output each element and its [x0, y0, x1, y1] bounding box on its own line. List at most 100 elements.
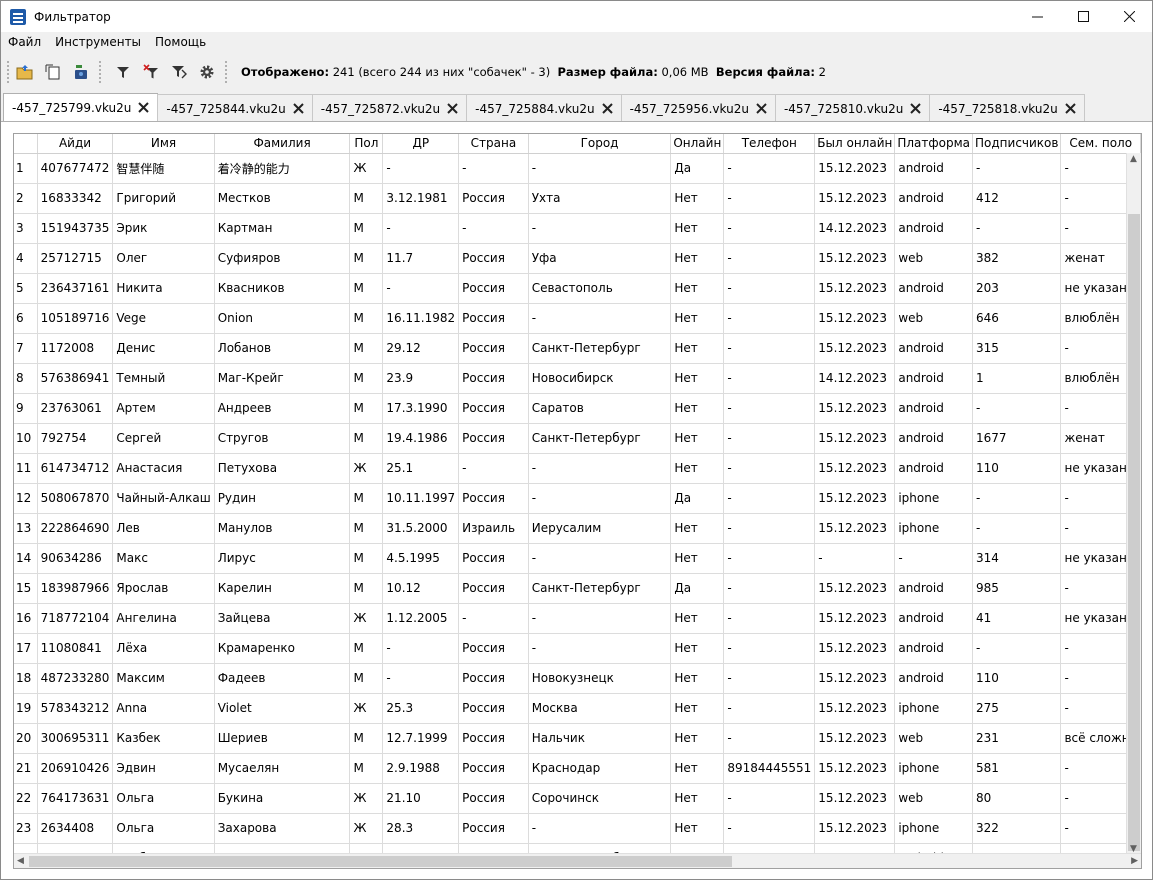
- table-cell[interactable]: -: [972, 153, 1062, 184]
- column-header[interactable]: Был онлайн: [814, 134, 896, 154]
- table-cell[interactable]: Ж: [349, 693, 384, 724]
- table-cell[interactable]: 105189716: [37, 303, 114, 334]
- table-cell[interactable]: -: [382, 273, 460, 304]
- table-cell[interactable]: Темный: [112, 363, 215, 394]
- table-cell[interactable]: -: [723, 543, 816, 574]
- table-cell[interactable]: Эрик: [112, 213, 215, 244]
- table-cell[interactable]: -: [723, 153, 816, 184]
- table-cell[interactable]: Да: [670, 483, 725, 514]
- file-tab[interactable]: -457_725884.vku2u: [466, 94, 622, 122]
- table-cell[interactable]: 985: [972, 573, 1062, 604]
- table-row[interactable]: 12 508067870 Чайный-Алкаш Рудин М 10.11.1997 Р…: [14, 483, 1141, 514]
- table-cell[interactable]: Стругов: [214, 423, 351, 454]
- table-row[interactable]: 18 487233280 Максим Фадеев М - Россия Новокузне…: [14, 663, 1141, 694]
- table-cell[interactable]: Да: [670, 153, 725, 184]
- table-cell[interactable]: -: [458, 213, 529, 244]
- column-header[interactable]: Город: [528, 134, 672, 154]
- close-tab-icon[interactable]: [293, 100, 304, 118]
- table-cell[interactable]: 382: [972, 243, 1062, 274]
- table-cell[interactable]: android: [894, 153, 974, 184]
- table-row[interactable]: 3 151943735 Эрик Картман М - - - Нет -14.12.2023 a…: [14, 213, 1141, 244]
- table-cell[interactable]: Россия: [458, 393, 529, 424]
- table-cell[interactable]: Россия: [458, 753, 529, 784]
- horizontal-scroll-thumb[interactable]: [29, 856, 732, 867]
- table-cell[interactable]: -: [723, 663, 816, 694]
- table-cell[interactable]: Нет: [670, 543, 725, 574]
- table-cell[interactable]: Россия: [458, 363, 529, 394]
- table-cell[interactable]: Иерусалим: [528, 513, 672, 544]
- table-cell[interactable]: 15.12.2023: [814, 273, 896, 304]
- row-number[interactable]: 13: [14, 513, 38, 544]
- table-cell[interactable]: 着冷静的能力: [214, 153, 351, 184]
- table-cell[interactable]: android: [894, 333, 974, 364]
- table-cell[interactable]: 206910426: [37, 753, 114, 784]
- table-cell[interactable]: 14.12.2023: [814, 213, 896, 244]
- table-cell[interactable]: Шериев: [214, 723, 351, 754]
- table-cell[interactable]: android: [894, 603, 974, 634]
- table-cell[interactable]: 41: [972, 603, 1062, 634]
- column-header[interactable]: Фамилия: [214, 134, 351, 154]
- table-cell[interactable]: Санкт-Петербург: [528, 573, 672, 604]
- table-cell[interactable]: 15.12.2023: [814, 693, 896, 724]
- table-cell[interactable]: М: [349, 393, 384, 424]
- table-cell[interactable]: 29.12: [382, 333, 460, 364]
- table-cell[interactable]: Нет: [670, 213, 725, 244]
- table-cell[interactable]: Лирус: [214, 543, 351, 574]
- scroll-up-icon[interactable]: ▲: [1130, 154, 1137, 164]
- table-cell[interactable]: М: [349, 183, 384, 214]
- export-button[interactable]: [67, 58, 95, 86]
- table-cell[interactable]: Крамаренко: [214, 633, 351, 664]
- table-cell[interactable]: Россия: [458, 543, 529, 574]
- table-cell[interactable]: 17.3.1990: [382, 393, 460, 424]
- table-cell[interactable]: 576386941: [37, 363, 114, 394]
- table-cell[interactable]: 15.12.2023: [814, 453, 896, 484]
- table-cell[interactable]: Максим: [112, 663, 215, 694]
- table-cell[interactable]: android: [894, 573, 974, 604]
- table-cell[interactable]: 19.4.1986: [382, 423, 460, 454]
- column-header[interactable]: Подписчиков: [972, 134, 1062, 154]
- table-cell[interactable]: -: [723, 603, 816, 634]
- table-cell[interactable]: 14.12.2023: [814, 363, 896, 394]
- table-cell[interactable]: 31.5.2000: [382, 513, 460, 544]
- table-cell[interactable]: М: [349, 423, 384, 454]
- apply-filter-button[interactable]: [165, 58, 193, 86]
- table-cell[interactable]: Суфияров: [214, 243, 351, 274]
- table-cell[interactable]: Сергей: [112, 423, 215, 454]
- table-cell[interactable]: Россия: [458, 633, 529, 664]
- table-cell[interactable]: 2634408: [37, 813, 114, 844]
- table-cell[interactable]: 275: [972, 693, 1062, 724]
- table-cell[interactable]: 581: [972, 753, 1062, 784]
- table-cell[interactable]: Нет: [670, 363, 725, 394]
- row-number[interactable]: 3: [14, 213, 38, 244]
- table-cell[interactable]: М: [349, 543, 384, 574]
- table-cell[interactable]: Нет: [670, 303, 725, 334]
- table-cell[interactable]: 15.12.2023: [814, 333, 896, 364]
- table-row[interactable]: 1 407677472 智慧伴随 着冷静的能力 Ж - - - Да -15.12.2023 and…: [14, 153, 1141, 184]
- table-cell[interactable]: Рудин: [214, 483, 351, 514]
- table-cell[interactable]: 12.7.1999: [382, 723, 460, 754]
- table-cell[interactable]: Манулов: [214, 513, 351, 544]
- column-header[interactable]: ДР: [382, 134, 460, 154]
- close-tab-icon[interactable]: [447, 100, 458, 118]
- table-row[interactable]: 7 1172008 Денис Лобанов М 29.12 Россия Санкт-Пе…: [14, 333, 1141, 364]
- table-cell[interactable]: -: [972, 213, 1062, 244]
- table-cell[interactable]: 578343212: [37, 693, 114, 724]
- table-cell[interactable]: iphone: [894, 753, 974, 784]
- table-cell[interactable]: 15.12.2023: [814, 723, 896, 754]
- table-cell[interactable]: -: [528, 213, 672, 244]
- table-cell[interactable]: -: [972, 513, 1062, 544]
- row-number[interactable]: 14: [14, 543, 38, 574]
- table-cell[interactable]: Маг-Крейг: [214, 363, 351, 394]
- table-cell[interactable]: 23.9: [382, 363, 460, 394]
- table-cell[interactable]: 16.11.1982: [382, 303, 460, 334]
- file-tab[interactable]: -457_725844.vku2u: [157, 94, 313, 122]
- table-cell[interactable]: Ярослав: [112, 573, 215, 604]
- table-cell[interactable]: 25.3: [382, 693, 460, 724]
- column-header[interactable]: Страна: [458, 134, 529, 154]
- table-row[interactable]: 11 614734712 Анастасия Петухова Ж 25.1- - Нет -1…: [14, 453, 1141, 484]
- row-number[interactable]: 10: [14, 423, 38, 454]
- table-cell[interactable]: Сорочинск: [528, 783, 672, 814]
- table-row[interactable]: 13 222864690 Лев Манулов М 31.5.2000 Израиль Ие…: [14, 513, 1141, 544]
- table-cell[interactable]: Россия: [458, 243, 529, 274]
- table-cell[interactable]: 23763061: [37, 393, 114, 424]
